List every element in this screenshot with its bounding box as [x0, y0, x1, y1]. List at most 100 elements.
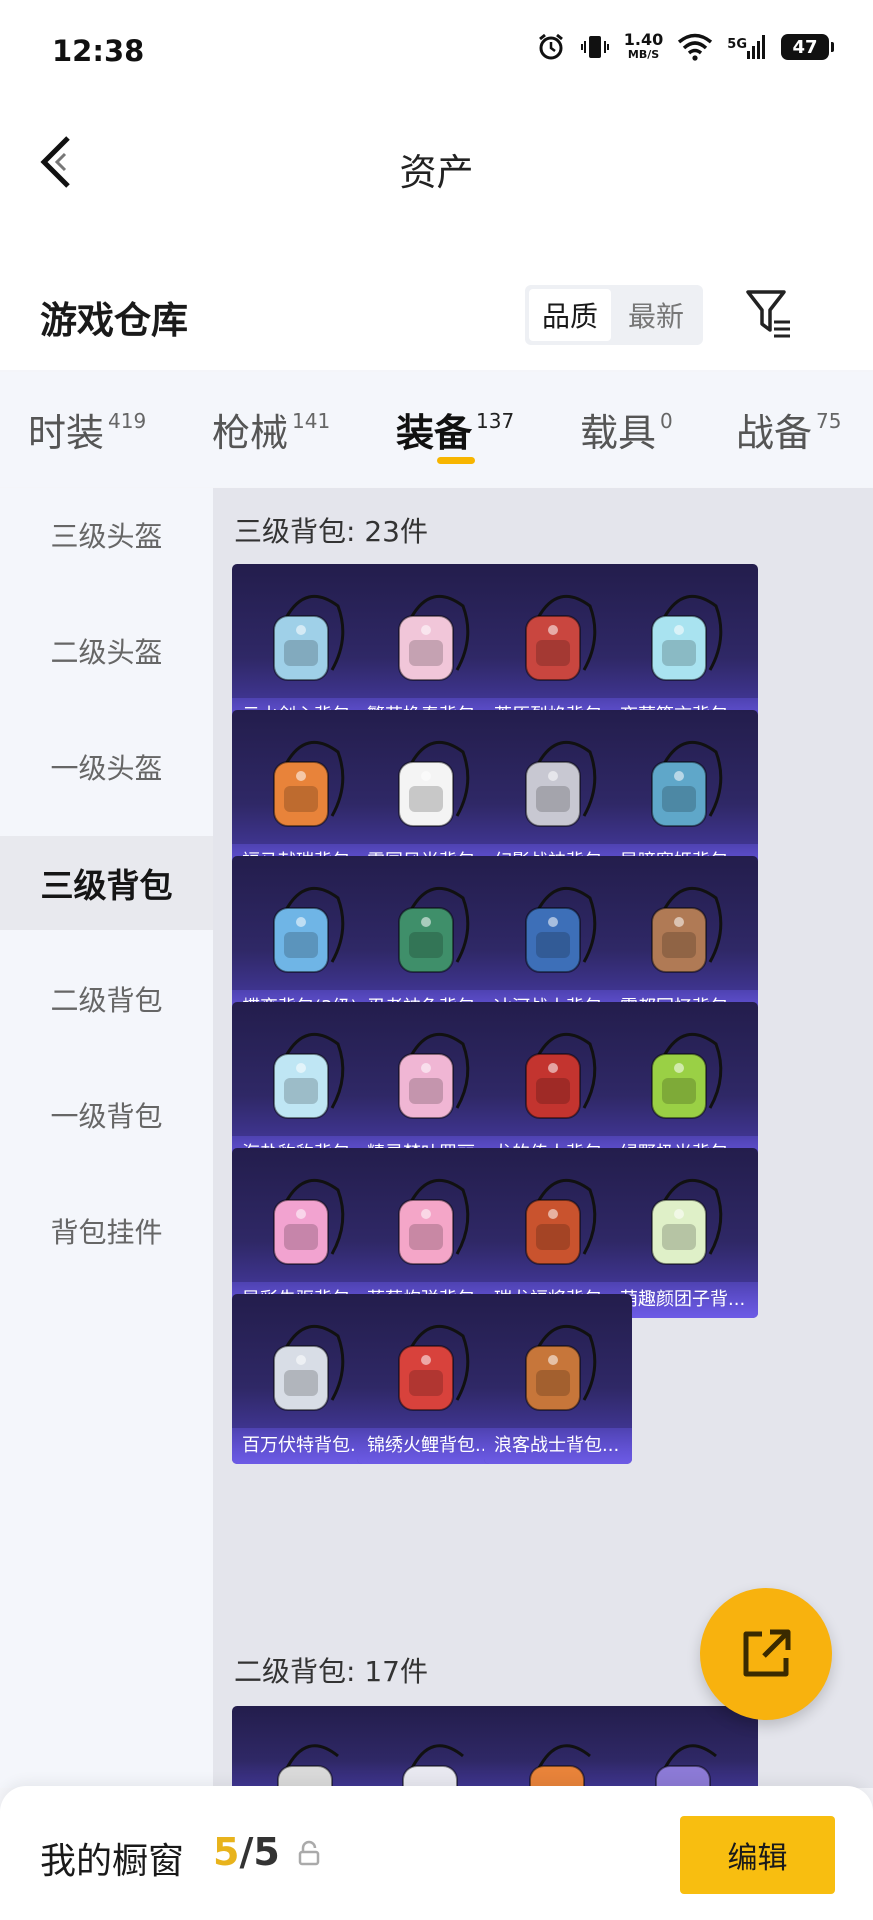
item-card[interactable]: 繁花挽春背包... [357, 564, 505, 734]
item-card-label: 浪客战士背包... [484, 1428, 632, 1464]
tab-fashion[interactable]: 时装 419 [28, 402, 146, 457]
tab-supplies[interactable]: 战备 75 [736, 402, 841, 457]
backpack-icon [529, 1744, 591, 1788]
backpack-icon [273, 1179, 345, 1265]
item-card[interactable]: 蓝莓炮弹背包... [357, 1148, 505, 1318]
backpack-icon [525, 1033, 597, 1119]
section-title: 二级背包: 17件 [234, 1655, 428, 1688]
category-tabs: 时装 419 枪械 141 装备 137 载具 0 战备 75 [0, 372, 873, 487]
backpack-icon [273, 595, 345, 681]
backpack-icon [525, 887, 597, 973]
page-title: 资产 [399, 151, 474, 194]
sidebar: 三级头盔 二级头盔 一级头盔 三级背包 二级背包 一级背包 背包挂件 [0, 488, 213, 1788]
section-title: 三级背包: 23件 [234, 515, 428, 548]
backpack-icon [273, 1325, 345, 1411]
net-speed-unit: MB/S [627, 48, 660, 61]
item-card[interactable]: 夜莺箴言背包... [610, 564, 758, 734]
backpack-icon [651, 595, 723, 681]
sidebar-item-pendant[interactable]: 背包挂件 [0, 1184, 213, 1278]
backpack-icon [525, 1325, 597, 1411]
status-icons: 1.40 MB/S 5G 47 [536, 32, 834, 62]
net-speed: 1.40 MB/S [624, 32, 663, 62]
item-card[interactable]: 雾都回忆背包... [610, 856, 758, 1026]
item-card-label: 萌趣颜团子背... [610, 1282, 758, 1318]
title-bar: 资产 [0, 100, 873, 230]
showcase-label: 我的橱窗 [40, 1841, 185, 1882]
showcase-separator: / [239, 1830, 254, 1874]
signal-icon [747, 35, 765, 59]
tab-count: 137 [476, 409, 515, 433]
backpack-icon [398, 887, 470, 973]
item-card-label: 锦绣火鲤背包... [357, 1428, 505, 1464]
showcase-total: 5 [253, 1830, 280, 1874]
backpack-icon [273, 741, 345, 827]
tab-weapons[interactable]: 枪械 141 [212, 402, 330, 457]
tab-equipment[interactable]: 装备 137 [396, 402, 514, 457]
sidebar-item-helmet-3[interactable]: 三级头盔 [0, 488, 213, 582]
filter-icon[interactable] [744, 286, 796, 342]
active-tab-indicator [437, 457, 475, 464]
item-card[interactable] [357, 1706, 505, 1788]
vibrate-icon [580, 36, 609, 58]
sort-quality[interactable]: 品质 [529, 289, 611, 341]
tab-count: 0 [660, 409, 673, 433]
status-time: 12:38 [52, 34, 145, 68]
tab-count: 141 [292, 409, 331, 433]
lock-icon [298, 1840, 320, 1866]
backpack-icon [273, 887, 345, 973]
backpack-icon [651, 887, 723, 973]
backpack-icon [402, 1744, 464, 1788]
sort-toggle: 品质 最新 [525, 285, 703, 345]
sidebar-item-helmet-1[interactable]: 一级头盔 [0, 720, 213, 814]
showcase-current: 5 [213, 1830, 240, 1874]
sort-newest[interactable]: 最新 [615, 289, 697, 341]
edit-button[interactable]: 编辑 [680, 1816, 835, 1894]
showcase-bar: 我的橱窗 5/5 编辑 [0, 1786, 873, 1920]
tab-label: 枪械 [212, 411, 289, 455]
sidebar-item-helmet-2[interactable]: 二级头盔 [0, 604, 213, 698]
sidebar-item-backpack-3[interactable]: 三级背包 [0, 836, 213, 930]
backpack-icon [398, 1325, 470, 1411]
tab-vehicles[interactable]: 载具 0 [580, 402, 673, 457]
tab-count: 75 [816, 409, 842, 433]
tab-label: 载具 [580, 411, 657, 455]
status-bar: 12:38 1.40 MB/S 5G 47 [0, 0, 873, 100]
backpack-icon [525, 741, 597, 827]
showcase-count: 5/5 [213, 1830, 280, 1874]
item-card[interactable]: 忍者神龟背包... [357, 856, 505, 1026]
item-card[interactable]: 浪客战士背包... [484, 1294, 632, 1464]
sidebar-item-backpack-1[interactable]: 一级背包 [0, 1068, 213, 1162]
share-icon [743, 1629, 791, 1677]
backpack-icon [273, 1033, 345, 1119]
backpack-icon [655, 1744, 717, 1788]
backpack-icon [525, 1179, 597, 1265]
alarm-icon [538, 33, 563, 60]
backpack-icon [651, 1179, 723, 1265]
item-card[interactable]: 绿野极光背包... [610, 1002, 758, 1172]
backpack-icon [398, 595, 470, 681]
tab-count: 419 [108, 409, 147, 433]
item-card[interactable] [610, 1706, 758, 1788]
tab-label: 装备 [396, 411, 473, 455]
item-card[interactable]: 萌趣颜团子背... [610, 1148, 758, 1318]
backpack-icon [651, 741, 723, 827]
item-card[interactable]: 异瞳寒姬背包... [610, 710, 758, 880]
battery-icon: 47 [781, 34, 834, 60]
item-card[interactable]: 雪国风尚背包... [357, 710, 505, 880]
backpack-icon [651, 1033, 723, 1119]
network-type: 5G [727, 37, 747, 52]
warehouse-header: 游戏仓库 品质 最新 [0, 230, 873, 370]
sidebar-item-backpack-2[interactable]: 二级背包 [0, 952, 213, 1046]
backpack-icon [398, 741, 470, 827]
tab-label: 时装 [28, 411, 105, 455]
item-card[interactable]: 精灵梦叶罗丽... [357, 1002, 505, 1172]
backpack-icon [398, 1179, 470, 1265]
battery-level: 47 [792, 36, 818, 58]
item-card[interactable]: 锦绣火鲤背包... [357, 1294, 505, 1464]
backpack-icon [398, 1033, 470, 1119]
share-button[interactable] [700, 1588, 832, 1720]
tab-label: 战备 [736, 411, 813, 455]
warehouse-title: 游戏仓库 [40, 299, 188, 342]
wifi-icon [678, 33, 713, 61]
backpack-icon [277, 1744, 339, 1788]
